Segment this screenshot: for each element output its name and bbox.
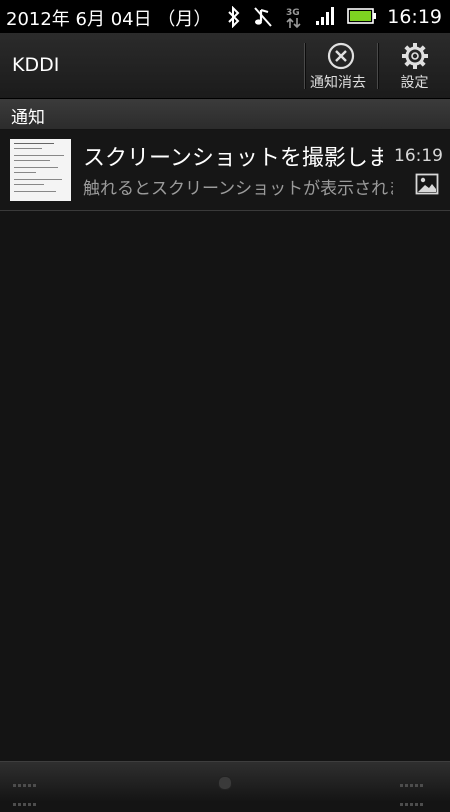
settings-button[interactable]: 設定: [379, 33, 450, 98]
clear-icon: [327, 42, 355, 70]
notification-subtitle: 触れるとスクリーンショットが表示されます: [83, 179, 393, 199]
signal-icon: [315, 6, 335, 28]
status-bar: 2012年 6月 04日 （月） 3G 16:19: [0, 0, 450, 33]
carrier-name: KDDI: [12, 54, 60, 76]
status-icons: 3G 16:19: [215, 0, 442, 33]
section-title: 通知: [11, 108, 45, 128]
notification-title: スクリーンショットを撮影しました: [83, 146, 383, 171]
grip-dots-right: [400, 774, 425, 812]
clear-label: 通知消去: [310, 75, 366, 91]
notification-item[interactable]: スクリーンショットを撮影しました 触れるとスクリーンショットが表示されます 16…: [0, 130, 450, 211]
bluetooth-icon: [227, 5, 241, 28]
battery-icon: [347, 6, 377, 28]
notification-drag-handle[interactable]: [0, 761, 450, 806]
status-time: 16:19: [387, 5, 442, 28]
notification-header: KDDI 通知消去 設定: [0, 33, 450, 99]
handle-dot[interactable]: [218, 776, 232, 790]
3g-data-icon: 3G: [285, 6, 303, 28]
status-date: 2012年 6月 04日 （月）: [6, 9, 212, 30]
clear-notifications-button[interactable]: 通知消去: [306, 33, 376, 98]
header-divider: [377, 43, 378, 89]
grip-dots-left: [13, 774, 38, 812]
settings-label: 設定: [400, 75, 429, 91]
vibrate-off-icon: [253, 6, 273, 28]
screenshot-thumbnail: [10, 139, 71, 201]
gear-icon: [401, 43, 428, 69]
header-divider: [304, 43, 305, 89]
notifications-section-header: 通知: [0, 99, 450, 129]
network-label: 3G: [286, 8, 300, 18]
notification-time: 16:19: [394, 146, 443, 166]
image-icon: [415, 173, 439, 199]
